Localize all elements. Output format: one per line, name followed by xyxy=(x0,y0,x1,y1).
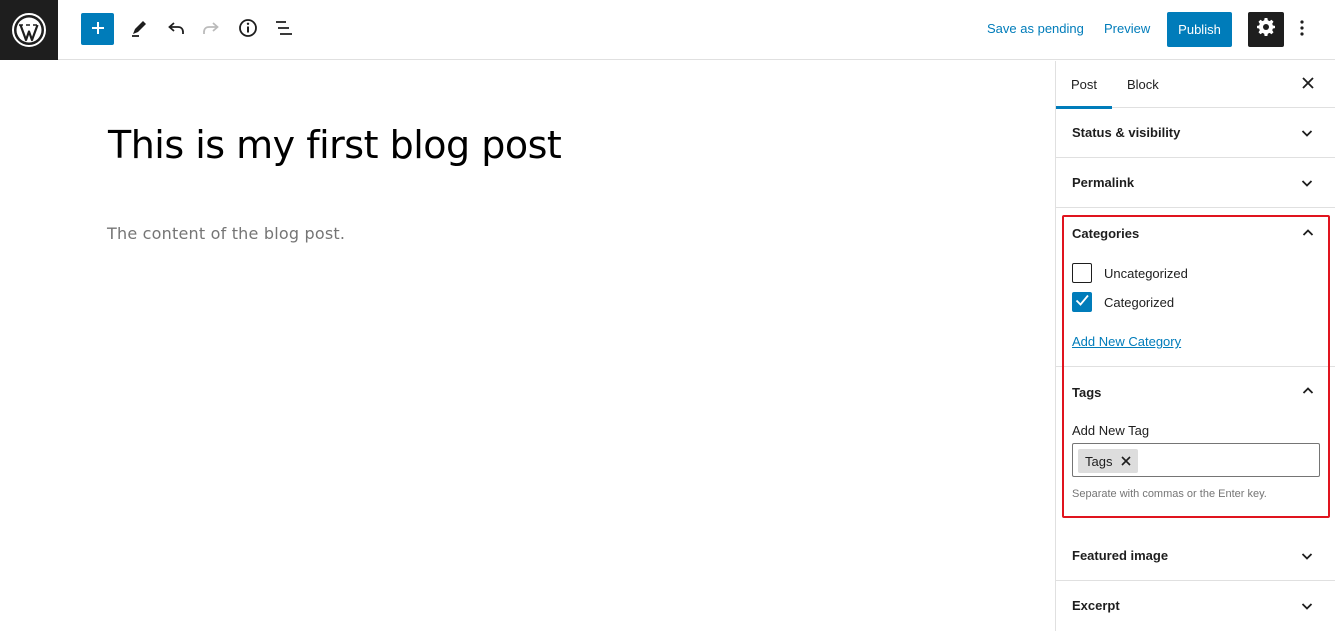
add-new-category-link[interactable]: Add New Category xyxy=(1072,334,1181,349)
list-view-button[interactable] xyxy=(267,12,301,46)
tags-panel-title[interactable]: Tags xyxy=(1072,385,1101,400)
settings-button[interactable] xyxy=(1248,12,1284,47)
publish-button[interactable]: Publish xyxy=(1167,12,1232,47)
add-new-tag-label: Add New Tag xyxy=(1072,423,1150,438)
chevron-up-icon[interactable] xyxy=(1300,383,1316,399)
chevron-down-icon xyxy=(1299,125,1315,141)
wordpress-logo-icon[interactable] xyxy=(0,0,58,60)
plus-icon xyxy=(90,20,106,39)
gear-icon xyxy=(1257,18,1275,41)
post-title[interactable]: This is my first blog post xyxy=(108,123,562,167)
panel-status-visibility[interactable]: Status & visibility xyxy=(1056,108,1335,158)
panel-title: Permalink xyxy=(1072,175,1135,190)
panel-featured-image[interactable]: Featured image xyxy=(1056,531,1335,581)
tags-input[interactable]: Tags xyxy=(1072,443,1320,477)
save-as-pending-button[interactable]: Save as pending xyxy=(987,21,1084,36)
tag-chip: Tags xyxy=(1078,449,1139,473)
category-label: Uncategorized xyxy=(1104,266,1188,281)
category-label: Categorized xyxy=(1104,295,1175,310)
categories-panel-title[interactable]: Categories xyxy=(1072,226,1139,241)
category-checkbox-categorized[interactable] xyxy=(1072,292,1092,312)
editor-header: Save as pending Preview Publish xyxy=(0,0,1335,60)
pencil-icon xyxy=(129,18,149,41)
editor-canvas: This is my first blog post The content o… xyxy=(0,61,1055,631)
chevron-down-icon xyxy=(1299,175,1315,191)
tab-post-label: Post xyxy=(1070,77,1097,92)
panel-title: Excerpt xyxy=(1072,598,1120,613)
chevron-up-icon[interactable] xyxy=(1300,225,1316,241)
chevron-down-icon xyxy=(1299,598,1315,614)
category-checkbox-uncategorized[interactable] xyxy=(1072,263,1092,283)
undo-button[interactable] xyxy=(159,12,193,46)
redo-icon xyxy=(201,18,221,41)
close-icon xyxy=(1302,76,1314,94)
undo-icon xyxy=(166,18,186,41)
panel-permalink[interactable]: Permalink xyxy=(1056,158,1335,208)
panel-title: Status & visibility xyxy=(1072,125,1181,140)
details-button[interactable] xyxy=(231,12,265,46)
add-block-button[interactable] xyxy=(81,13,114,45)
preview-button[interactable]: Preview xyxy=(1104,21,1150,36)
more-vertical-icon xyxy=(1299,19,1305,42)
list-view-icon xyxy=(274,18,294,41)
redo-button[interactable] xyxy=(194,12,228,46)
paragraph-block[interactable]: The content of the blog post. xyxy=(107,224,345,243)
close-icon xyxy=(1121,454,1132,469)
close-sidebar-button[interactable] xyxy=(1296,73,1320,97)
remove-tag-button[interactable] xyxy=(1120,455,1132,467)
tags-help-text: Separate with commas or the Enter key. xyxy=(1072,488,1267,500)
info-icon xyxy=(238,18,258,41)
chevron-down-icon xyxy=(1299,548,1315,564)
tab-block[interactable]: Block xyxy=(1127,61,1159,108)
checkmark-icon xyxy=(1074,292,1090,313)
panel-title: Featured image xyxy=(1072,548,1169,563)
tab-post[interactable]: Post xyxy=(1056,61,1112,109)
sidebar-tabs: Post Block xyxy=(1056,61,1335,109)
tools-button[interactable] xyxy=(122,12,156,46)
options-menu-button[interactable] xyxy=(1291,15,1313,45)
tag-chip-label: Tags xyxy=(1085,453,1113,469)
panel-excerpt[interactable]: Excerpt xyxy=(1056,581,1335,631)
panel-divider xyxy=(1056,366,1335,367)
